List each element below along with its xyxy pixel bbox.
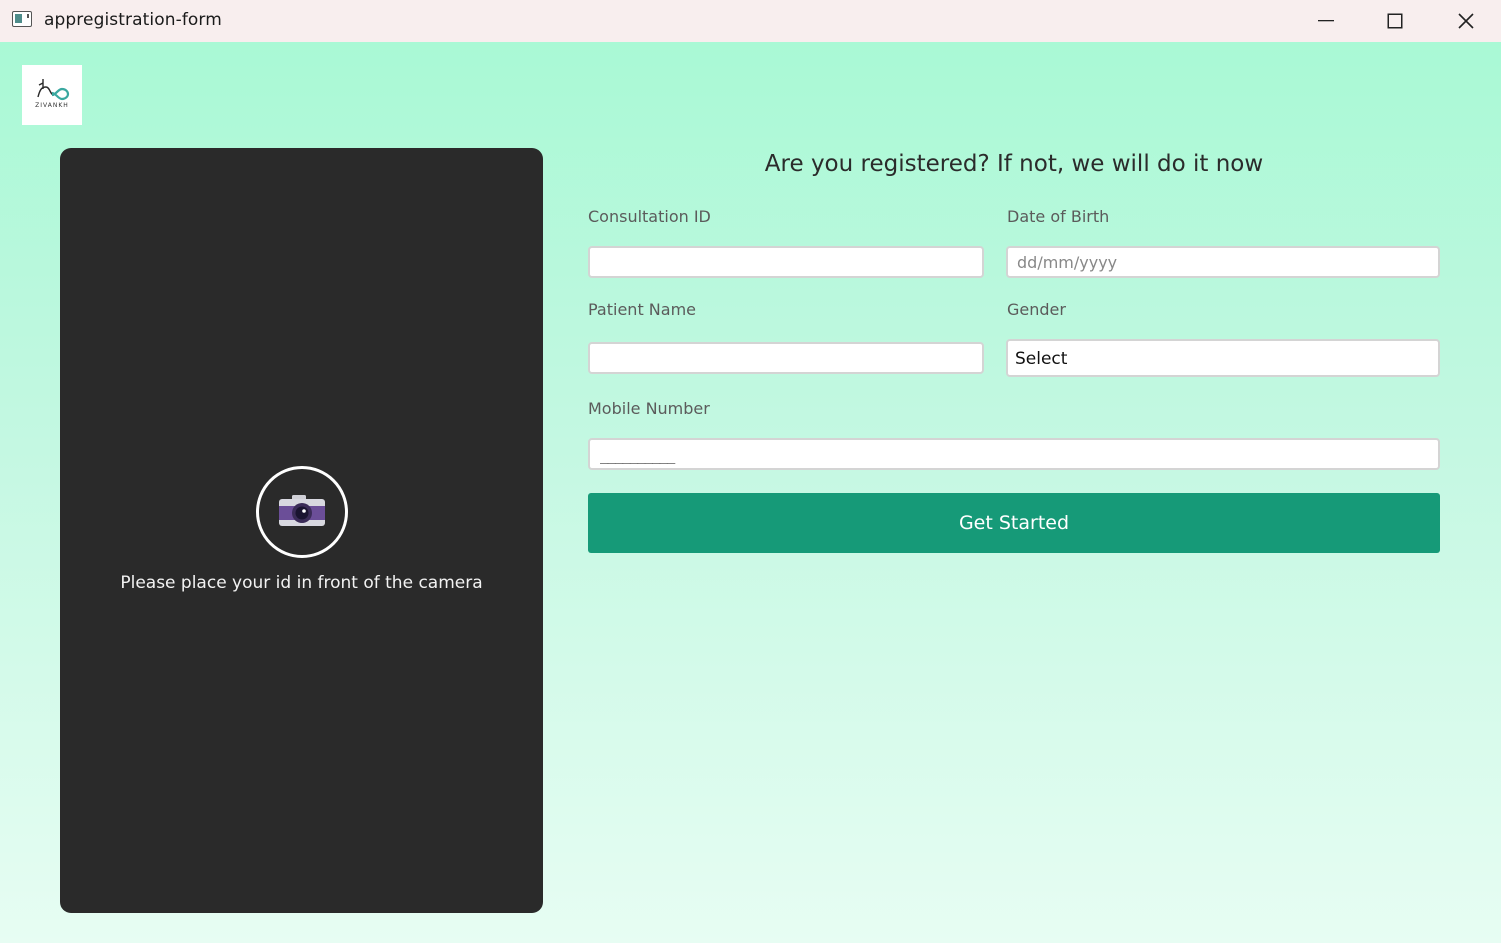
gender-select[interactable]: Select [1006,339,1440,377]
camera-panel: Please place your id in front of the cam… [60,148,543,913]
date-of-birth-input[interactable] [1006,246,1440,278]
app-window-icon [12,11,32,27]
patient-name-label: Patient Name [588,300,696,319]
title-bar: appregistration-form [0,0,1501,42]
window-title: appregistration-form [44,10,222,30]
form-title: Are you registered? If not, we will do i… [764,151,1264,177]
minimize-button[interactable] [1291,0,1361,42]
patient-name-input[interactable] [588,342,984,374]
gender-label: Gender [1007,300,1066,319]
get-started-button[interactable]: Get Started [588,493,1440,553]
maximize-button[interactable] [1360,0,1430,42]
logo-text: ZIVANKH [35,102,69,109]
camera-instruction: Please place your id in front of the cam… [120,573,483,593]
close-icon [1458,13,1474,29]
app-content: ZIVANKH Please place your id in front of… [0,42,1501,943]
date-of-birth-label: Date of Birth [1007,207,1110,226]
consultation-id-label: Consultation ID [588,207,711,226]
mobile-number-input[interactable]: __________ [588,438,1440,470]
maximize-icon [1387,13,1403,29]
mobile-number-label: Mobile Number [588,399,710,418]
camera-icon [279,495,325,526]
gender-selected-value: Select [1015,349,1068,369]
mobile-number-mask: __________ [600,448,675,464]
camera-button[interactable] [256,466,348,558]
close-button[interactable] [1431,0,1501,42]
minimize-icon [1318,20,1334,22]
company-logo: ZIVANKH [22,65,82,125]
consultation-id-input[interactable] [588,246,984,278]
hand-infinity-logo [37,79,70,101]
